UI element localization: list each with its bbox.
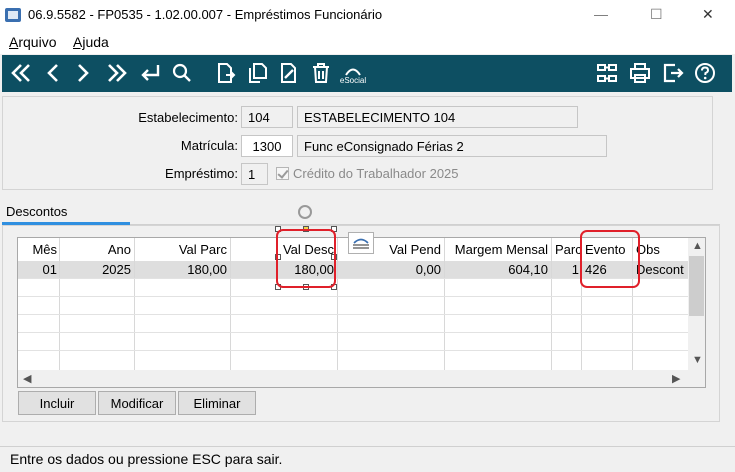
grid-row-line (18, 350, 688, 351)
tab-descontos[interactable]: Descontos (6, 204, 67, 219)
credito-trabalhador-label: Crédito do Trabalhador 2025 (293, 166, 459, 181)
maximize-button[interactable]: ☐ (650, 6, 663, 23)
cell-mes[interactable]: 01 (20, 262, 60, 277)
matricula-name-field: Func eConsignado Férias 2 (297, 135, 607, 157)
matricula-code-field[interactable]: 1300 (241, 135, 293, 157)
menu-arquivo-mnemonic: A (9, 34, 19, 50)
menu-ajuda-mnemonic: Aj (73, 34, 86, 50)
cell-parc[interactable]: 1 (552, 262, 582, 277)
status-text: Entre os dados ou pressione ESC para sai… (10, 451, 283, 467)
scroll-up-icon[interactable]: ▲ (692, 240, 703, 252)
col-header-val-parc[interactable]: Val Parc (135, 242, 230, 260)
esocial-icon[interactable]: eSocial (338, 58, 368, 88)
scroll-right-icon[interactable]: ▶ (672, 372, 680, 385)
next-record-icon[interactable] (68, 58, 98, 88)
new-record-icon[interactable] (210, 58, 240, 88)
col-header-margem-mensal[interactable]: Margem Mensal (445, 242, 551, 260)
menu-ajuda-label: uda (85, 34, 109, 50)
close-button[interactable]: ✕ (702, 6, 714, 23)
emprestimo-label: Empréstimo: (165, 166, 238, 181)
copy-record-icon[interactable] (242, 58, 272, 88)
previous-record-icon[interactable] (38, 58, 68, 88)
col-header-obs[interactable]: Obs (633, 242, 688, 260)
export-icon[interactable] (592, 58, 622, 88)
grid-row-line (18, 332, 688, 333)
highlight-evento (580, 230, 640, 288)
col-header-parc[interactable]: Parc (552, 242, 582, 260)
goto-icon[interactable] (135, 58, 165, 88)
incluir-button[interactable]: Incluir (18, 391, 96, 415)
menu-arquivo-label: rquivo (18, 34, 57, 50)
col-header-ano[interactable]: Ano (60, 242, 134, 260)
esocial-label: eSocial (339, 75, 367, 85)
estabelecimento-name-field: ESTABELECIMENTO 104 (297, 106, 578, 128)
vertical-scroll-thumb[interactable] (689, 256, 704, 316)
help-icon[interactable] (690, 58, 720, 88)
delete-record-icon[interactable] (306, 58, 336, 88)
scroll-down-icon[interactable]: ▼ (692, 354, 703, 366)
vertical-scrollbar[interactable]: ▲ ▼ (688, 238, 705, 371)
toolbar: eSocial (2, 55, 732, 92)
cell-val-parc[interactable]: 180,00 (135, 262, 230, 277)
menu-arquivo[interactable]: Arquivo (9, 34, 56, 50)
minimize-button[interactable]: — (594, 6, 608, 22)
title-bar: 06.9.5582 - FP0535 - 1.02.00.007 - Empré… (0, 0, 735, 32)
print-icon[interactable] (625, 58, 655, 88)
cell-ano[interactable]: 2025 (60, 262, 134, 277)
layout-options-icon[interactable] (348, 232, 374, 254)
grid-row-line (18, 296, 688, 297)
estabelecimento-code-field[interactable]: 104 (241, 106, 293, 128)
cell-obs[interactable]: Descont (633, 262, 688, 277)
eliminar-button[interactable]: Eliminar (178, 391, 256, 415)
search-icon[interactable] (167, 58, 197, 88)
rotate-handle-icon[interactable] (298, 205, 312, 219)
app-icon (5, 8, 21, 22)
scroll-left-icon[interactable]: ◀ (23, 372, 31, 385)
edit-record-icon[interactable] (274, 58, 304, 88)
cell-val-pend[interactable]: 0,00 (338, 262, 444, 277)
cell-margem-mensal[interactable]: 604,10 (445, 262, 551, 277)
emprestimo-field[interactable]: 1 (241, 163, 268, 185)
window-title: 06.9.5582 - FP0535 - 1.02.00.007 - Empré… (28, 7, 383, 22)
menu-ajuda[interactable]: Ajuda (73, 34, 109, 50)
grid-divider (230, 238, 231, 371)
status-bar: Entre os dados ou pressione ESC para sai… (0, 446, 735, 472)
estabelecimento-label: Estabelecimento: (138, 110, 238, 125)
grid-row-line (18, 314, 688, 315)
highlight-val-desc (276, 229, 336, 288)
matricula-label: Matrícula: (180, 138, 238, 153)
first-record-icon[interactable] (6, 58, 36, 88)
last-record-icon[interactable] (102, 58, 132, 88)
modificar-button[interactable]: Modificar (98, 391, 176, 415)
menu-bar: Arquivo Ajuda (0, 32, 735, 54)
credito-trabalhador-checkbox[interactable] (276, 167, 289, 180)
exit-icon[interactable] (658, 58, 688, 88)
col-header-mes[interactable]: Mês (20, 242, 60, 260)
horizontal-scrollbar[interactable]: ◀ ▶ (18, 370, 705, 387)
